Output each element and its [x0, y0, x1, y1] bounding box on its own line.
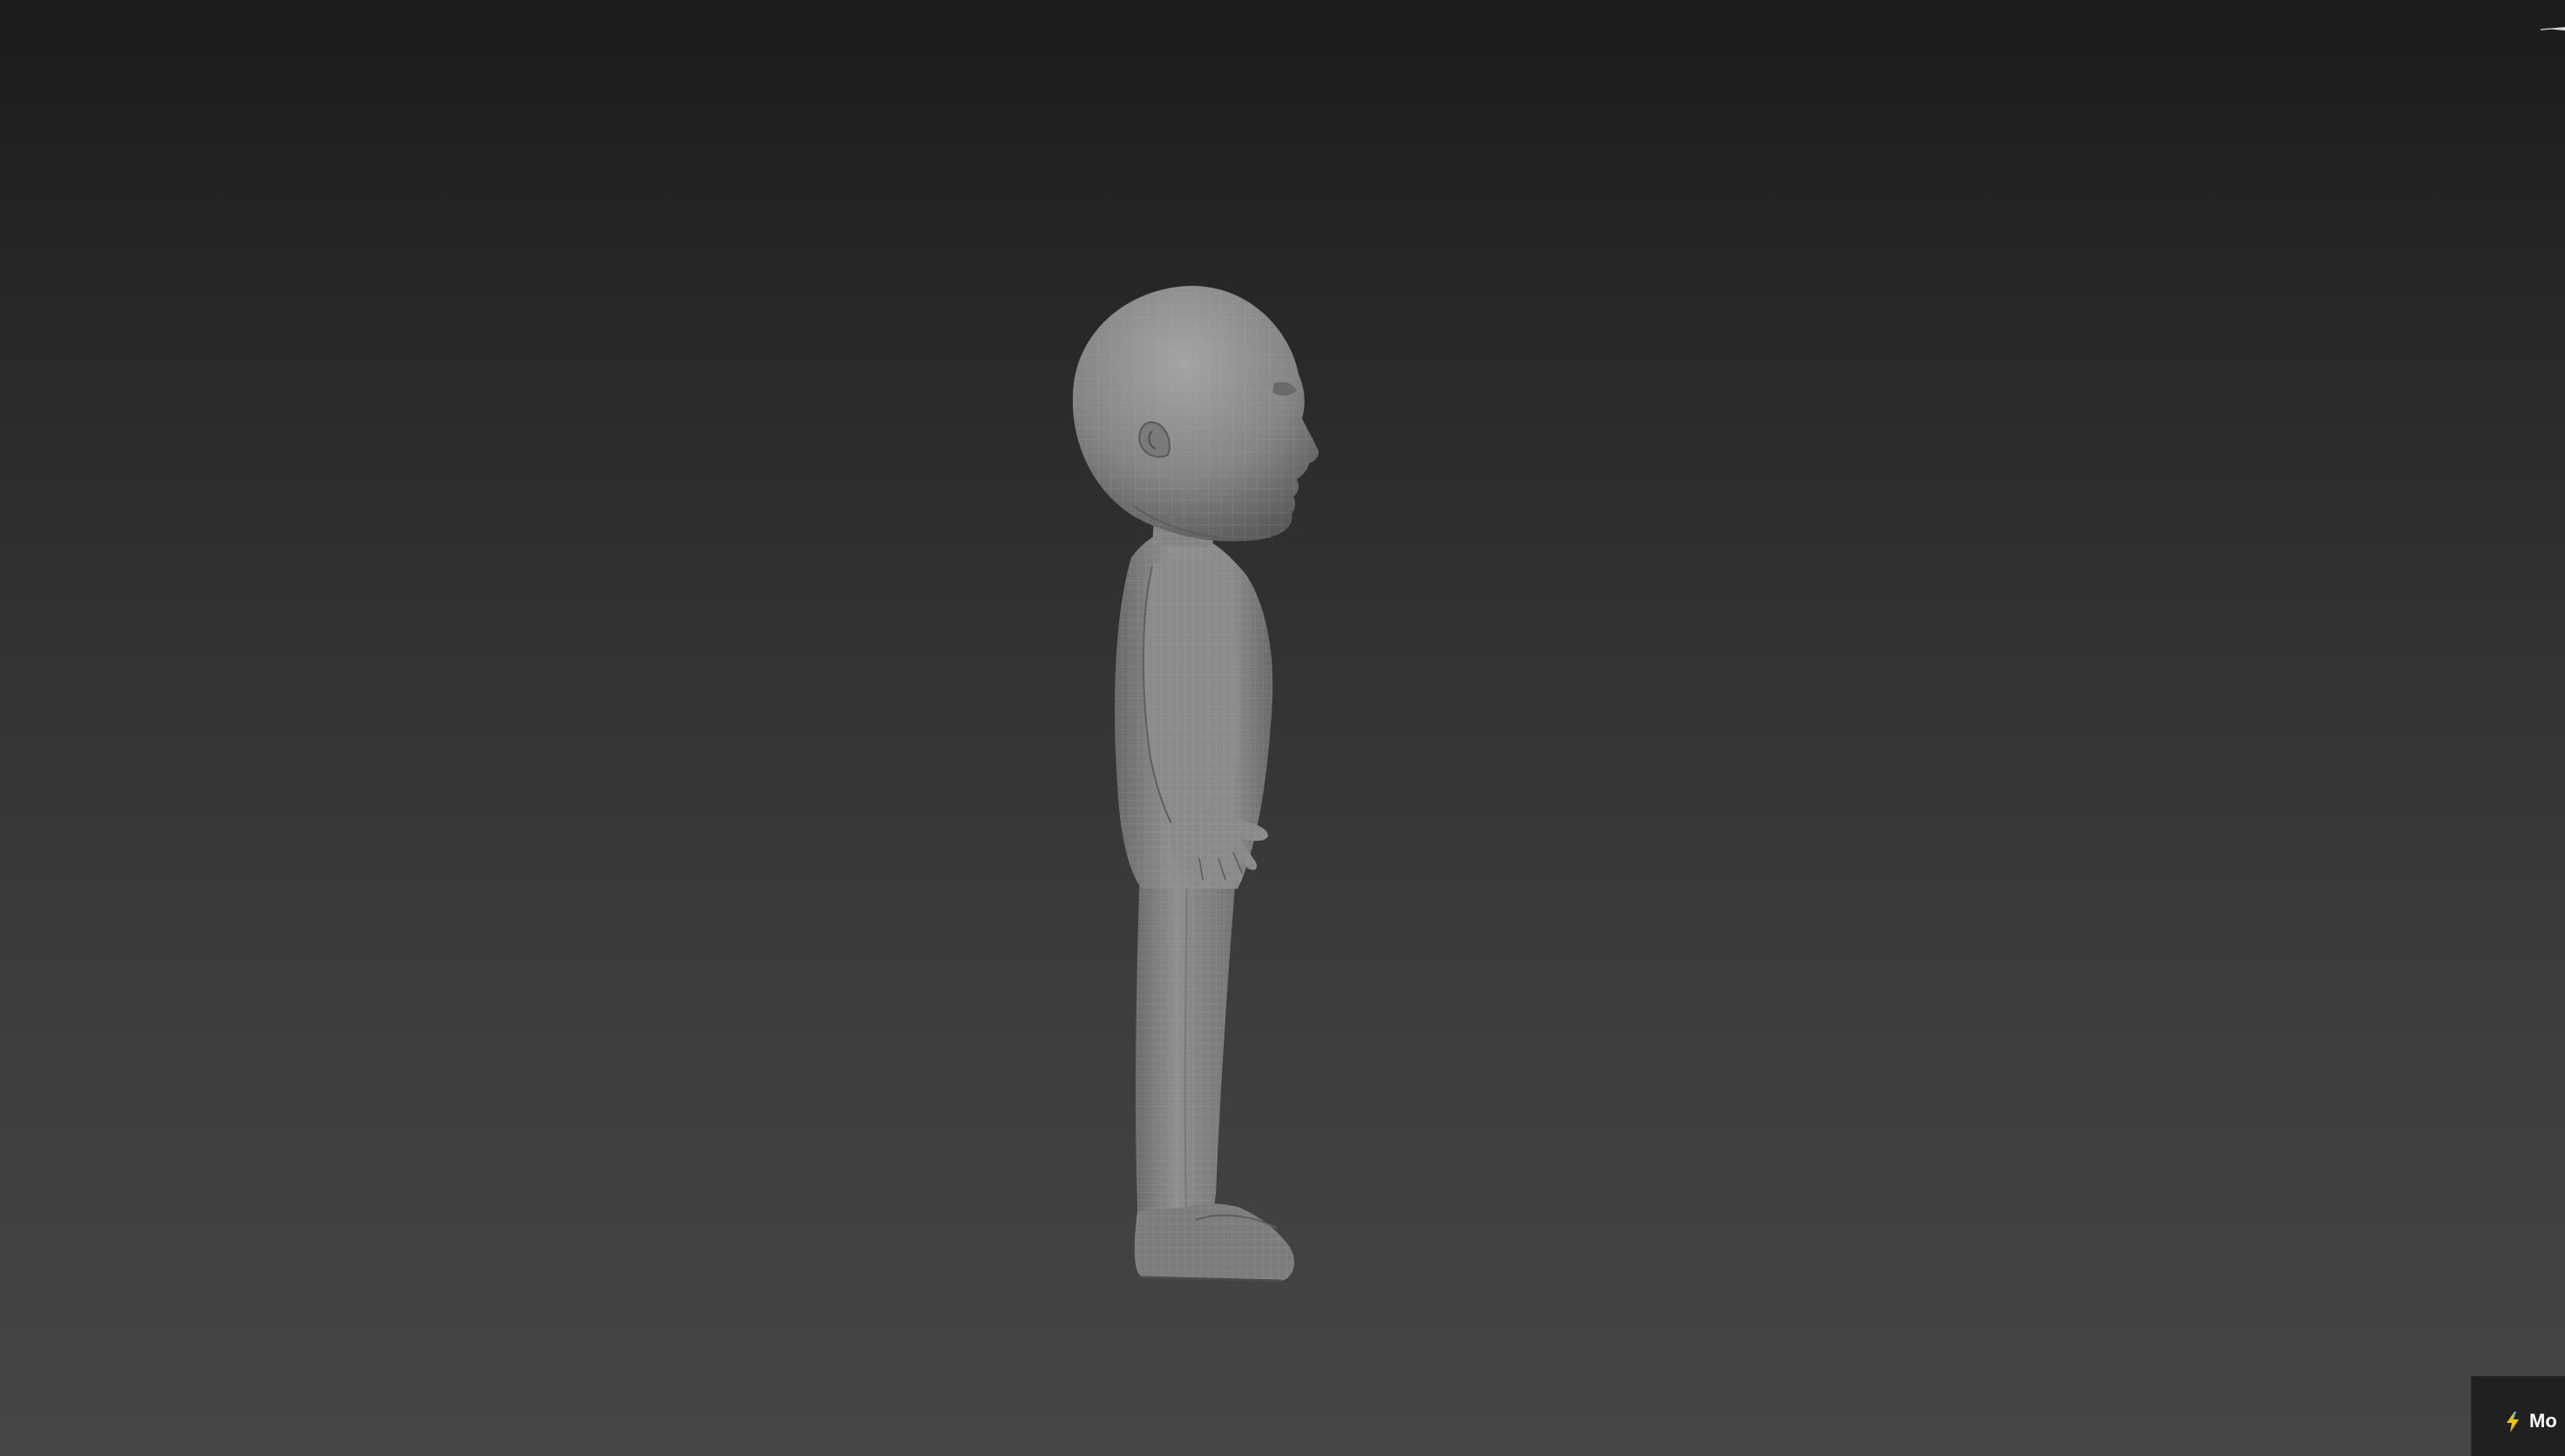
feet [1134, 1203, 1295, 1283]
status-panel[interactable]: Mo [2471, 1376, 2565, 1456]
3d-viewport[interactable]: Mo [0, 0, 2565, 1456]
status-label: Mo [2529, 1410, 2557, 1432]
view-cube-axis-icon[interactable] [2539, 17, 2565, 44]
character-mesh[interactable] [0, 0, 2565, 1456]
lightning-bolt-icon [2507, 1412, 2519, 1432]
head [1072, 286, 1319, 542]
